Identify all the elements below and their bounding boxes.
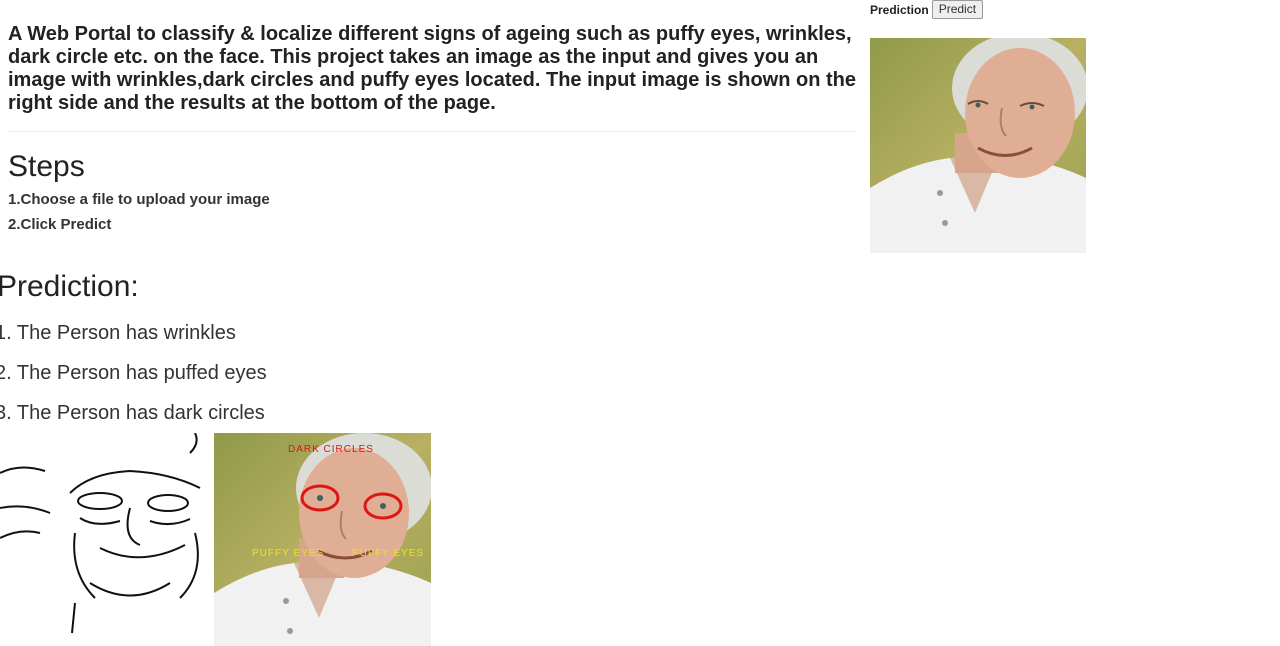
localized-result-image: DARK CIRCLES PUFFY EYES PUFFY EYES bbox=[214, 433, 431, 646]
wrinkle-edge-image bbox=[0, 433, 212, 646]
puffy-eyes-annotation-left: PUFFY EYES bbox=[252, 548, 324, 559]
prediction-heading: Prediction: bbox=[0, 270, 139, 303]
prediction-label: Prediction bbox=[870, 2, 929, 17]
section-divider bbox=[8, 131, 856, 132]
prediction-form: Prediction Predict bbox=[870, 0, 984, 19]
prediction-result: 1. The Person has wrinkles bbox=[0, 322, 236, 344]
prediction-result: 2. The Person has puffed eyes bbox=[0, 362, 267, 384]
step-item: 1.Choose a file to upload your image bbox=[8, 191, 270, 208]
input-face-image bbox=[870, 38, 1086, 253]
puffy-eyes-annotation-right: PUFFY EYES bbox=[352, 548, 424, 559]
dark-circles-annotation: DARK CIRCLES bbox=[288, 444, 374, 455]
prediction-result: 3. The Person has dark circles bbox=[0, 402, 265, 424]
step-item: 2.Click Predict bbox=[8, 216, 112, 233]
predict-button[interactable]: Predict bbox=[931, 0, 984, 19]
steps-heading: Steps bbox=[8, 150, 85, 183]
project-description: A Web Portal to classify & localize diff… bbox=[8, 23, 856, 114]
